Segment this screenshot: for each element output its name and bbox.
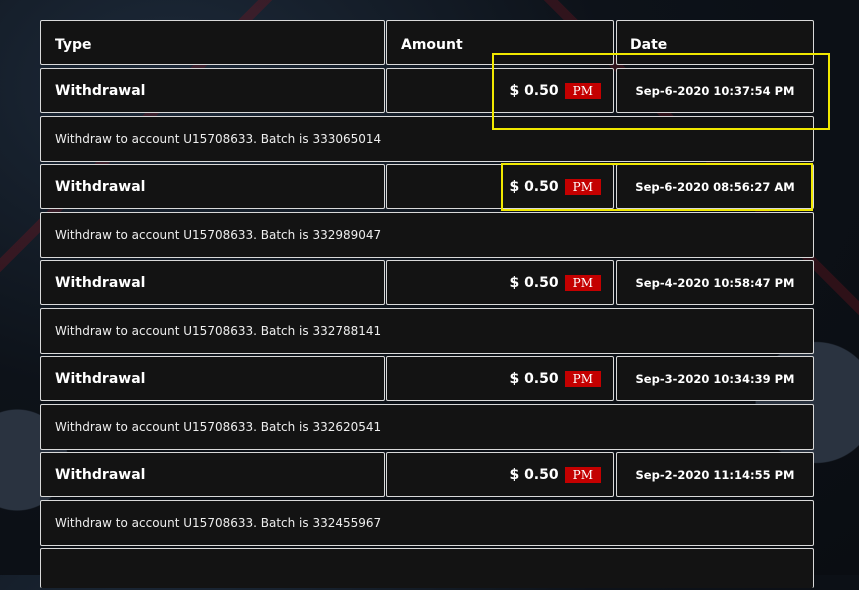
amount-cell: $ 0.50 PM bbox=[386, 260, 614, 305]
amount-value: $ 0.50 bbox=[509, 274, 559, 291]
description-row: Withdraw to account U15708633. Batch is … bbox=[40, 212, 814, 258]
header-amount: Amount bbox=[386, 20, 614, 65]
amount-cell: $ 0.50 PM bbox=[386, 164, 614, 209]
description-row: Withdraw to account U15708633. Batch is … bbox=[40, 500, 814, 546]
type-label: Withdrawal bbox=[55, 466, 146, 483]
amount-value: $ 0.50 bbox=[509, 466, 559, 483]
type-cell: Withdrawal bbox=[40, 260, 385, 305]
amount-cell: $ 0.50 PM bbox=[386, 68, 614, 113]
date-cell: Sep-6-2020 10:37:54 PM bbox=[616, 68, 814, 113]
transactions-table: Type Amount Date Withdrawal $ 0.50 PM Sep… bbox=[40, 20, 814, 590]
table-row: Withdrawal $ 0.50 PM Sep-2-2020 11:14:55 … bbox=[40, 452, 814, 499]
date-cell: Sep-6-2020 08:56:27 AM bbox=[616, 164, 814, 209]
type-label: Withdrawal bbox=[55, 178, 146, 195]
date-text: Sep-6-2020 10:37:54 PM bbox=[635, 83, 795, 98]
date-cell: Sep-2-2020 11:14:55 PM bbox=[616, 452, 814, 497]
amount-cell: $ 0.50 PM bbox=[386, 452, 614, 497]
description-row: Withdraw to account U15708633. Batch is … bbox=[40, 116, 814, 162]
currency-badge: PM bbox=[564, 466, 601, 483]
currency-badge: PM bbox=[564, 82, 601, 99]
type-cell: Withdrawal bbox=[40, 68, 385, 113]
type-cell: Withdrawal bbox=[40, 356, 385, 401]
date-text: Sep-2-2020 11:14:55 PM bbox=[635, 467, 795, 482]
table-row: Withdrawal $ 0.50 PM Sep-4-2020 10:58:47 … bbox=[40, 260, 814, 307]
table-row: Withdrawal $ 0.50 PM Sep-3-2020 10:34:39 … bbox=[40, 356, 814, 403]
type-label: Withdrawal bbox=[55, 274, 146, 291]
table-row: Withdrawal $ 0.50 PM Sep-6-2020 08:56:27 … bbox=[40, 164, 814, 211]
type-label: Withdrawal bbox=[55, 370, 146, 387]
type-cell: Withdrawal bbox=[40, 164, 385, 209]
type-cell: Withdrawal bbox=[40, 452, 385, 497]
table-row: Withdrawal $ 0.50 PM Sep-6-2020 10:37:54 … bbox=[40, 68, 814, 115]
table-header: Type Amount Date bbox=[40, 20, 814, 67]
header-type: Type bbox=[40, 20, 385, 65]
amount-cell: $ 0.50 PM bbox=[386, 356, 614, 401]
amount-value: $ 0.50 bbox=[509, 82, 559, 99]
description-row: Withdraw to account U15708633. Batch is … bbox=[40, 308, 814, 354]
date-text: Sep-3-2020 10:34:39 PM bbox=[635, 371, 795, 386]
date-cell: Sep-3-2020 10:34:39 PM bbox=[616, 356, 814, 401]
amount-value: $ 0.50 bbox=[509, 178, 559, 195]
date-text: Sep-6-2020 08:56:27 AM bbox=[635, 179, 795, 194]
currency-badge: PM bbox=[564, 370, 601, 387]
header-date: Date bbox=[616, 20, 814, 65]
currency-badge: PM bbox=[564, 178, 601, 195]
amount-value: $ 0.50 bbox=[509, 370, 559, 387]
date-cell: Sep-4-2020 10:58:47 PM bbox=[616, 260, 814, 305]
description-row: Withdraw to account U15708633. Batch is … bbox=[40, 404, 814, 450]
date-text: Sep-4-2020 10:58:47 PM bbox=[635, 275, 795, 290]
type-label: Withdrawal bbox=[55, 82, 146, 99]
currency-badge: PM bbox=[564, 274, 601, 291]
partial-row bbox=[40, 548, 814, 588]
